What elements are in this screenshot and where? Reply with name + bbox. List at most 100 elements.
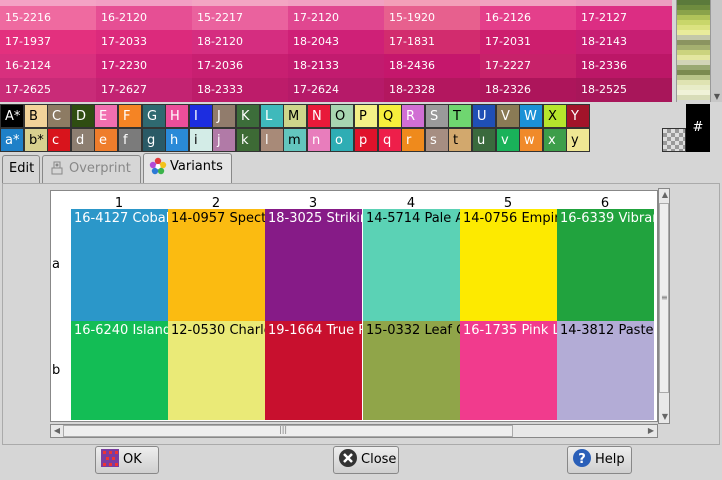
palette-color-cell[interactable]: 15-2217: [192, 6, 288, 30]
scroll-right-icon[interactable]: ▶: [645, 425, 657, 437]
key-lower-4[interactable]: e: [94, 128, 118, 152]
key-upper-10[interactable]: K: [236, 104, 260, 128]
horizontal-scrollbar[interactable]: ◀ ||| ▶: [50, 424, 658, 438]
key-upper-3[interactable]: D: [71, 104, 95, 128]
tab-variants[interactable]: Variants: [143, 153, 232, 183]
color-palette-grid[interactable]: 15-2216 16-2120 15-2217 17-2120 15-1920 16-21…: [0, 0, 672, 102]
key-upper-1[interactable]: B: [24, 104, 48, 128]
scroll-down-icon[interactable]: ▼: [712, 92, 722, 102]
palette-color-cell[interactable]: 18-2336: [576, 54, 672, 78]
key-lower-14[interactable]: o: [330, 128, 354, 152]
palette-color-cell[interactable]: 17-2625: [0, 78, 96, 102]
palette-color-cell[interactable]: 16-2126: [480, 6, 576, 30]
key-upper-9[interactable]: J: [212, 104, 236, 128]
key-lower-8[interactable]: i: [189, 128, 213, 152]
key-upper-4[interactable]: E: [94, 104, 118, 128]
palette-color-cell[interactable]: 18-2120: [192, 30, 288, 54]
key-upper-11[interactable]: L: [260, 104, 284, 128]
ok-button[interactable]: OK: [95, 446, 159, 474]
palette-color-cell[interactable]: 17-2127: [576, 6, 672, 30]
key-lower-1[interactable]: b*: [24, 128, 48, 152]
key-lower-7[interactable]: h: [165, 128, 189, 152]
key-upper-22[interactable]: W: [519, 104, 543, 128]
key-upper-23[interactable]: X: [543, 104, 567, 128]
tab-edit[interactable]: Edit: [2, 155, 40, 183]
palette-color-cell[interactable]: 17-2230: [96, 54, 192, 78]
hash-key[interactable]: #: [686, 104, 710, 152]
tab-overprint[interactable]: Overprint: [42, 155, 141, 183]
key-lower-18[interactable]: s: [425, 128, 449, 152]
horizontal-scroll-thumb[interactable]: [63, 425, 513, 437]
key-lower-22[interactable]: w: [519, 128, 543, 152]
palette-color-cell[interactable]: 17-2033: [96, 30, 192, 54]
key-upper-19[interactable]: T: [448, 104, 472, 128]
variant-swatch[interactable]: 12-0530 Charlock: [168, 321, 265, 420]
variant-swatch[interactable]: 16-6339 Vibrant: [557, 209, 654, 321]
variant-swatch[interactable]: 14-0756 Empire: [460, 209, 557, 321]
color-preview-strip[interactable]: [676, 0, 710, 102]
palette-color-cell[interactable]: 18-2043: [288, 30, 384, 54]
palette-color-cell[interactable]: 17-2120: [288, 6, 384, 30]
key-lower-12[interactable]: m: [283, 128, 307, 152]
variant-swatch[interactable]: 16-4127 Cobalt: [71, 209, 168, 321]
key-lower-9[interactable]: j: [212, 128, 236, 152]
vertical-scrollbar[interactable]: ▲ ≡ ▼: [658, 188, 670, 424]
variant-swatch[interactable]: 15-0332 Leaf Green: [363, 321, 460, 420]
palette-color-cell[interactable]: 16-2124: [0, 54, 96, 78]
palette-color-cell[interactable]: 15-2216: [0, 6, 96, 30]
palette-color-cell[interactable]: 17-1937: [0, 30, 96, 54]
key-lower-5[interactable]: f: [118, 128, 142, 152]
palette-color-cell[interactable]: 18-2333: [192, 78, 288, 102]
close-button[interactable]: Close: [333, 446, 399, 474]
palette-color-cell[interactable]: 18-2326: [480, 78, 576, 102]
key-upper-14[interactable]: O: [330, 104, 354, 128]
key-upper-21[interactable]: V: [496, 104, 520, 128]
key-lower-15[interactable]: p: [354, 128, 378, 152]
key-upper-5[interactable]: F: [118, 104, 142, 128]
key-upper-13[interactable]: N: [307, 104, 331, 128]
key-upper-16[interactable]: Q: [378, 104, 402, 128]
help-button[interactable]: ? Help: [567, 446, 632, 474]
palette-color-cell[interactable]: 18-2143: [576, 30, 672, 54]
key-lower-24[interactable]: y: [566, 128, 590, 152]
variant-swatch[interactable]: 14-0957 Spectra: [168, 209, 265, 321]
palette-color-cell[interactable]: 18-2328: [384, 78, 480, 102]
scroll-down-icon[interactable]: ▼: [659, 411, 671, 423]
key-lower-0[interactable]: a*: [0, 128, 24, 152]
key-upper-24[interactable]: Y: [566, 104, 590, 128]
variant-swatch[interactable]: 19-1664 True Red: [265, 321, 362, 420]
key-upper-12[interactable]: M: [283, 104, 307, 128]
key-upper-8[interactable]: I: [189, 104, 213, 128]
key-lower-20[interactable]: u: [472, 128, 496, 152]
variant-swatch[interactable]: 18-3025 Striking: [265, 209, 362, 321]
palette-color-cell[interactable]: 17-2036: [192, 54, 288, 78]
variant-swatch[interactable]: 14-3812 Pastel Lilac: [557, 321, 654, 420]
key-lower-6[interactable]: g: [142, 128, 166, 152]
palette-color-cell[interactable]: 17-2627: [96, 78, 192, 102]
key-upper-2[interactable]: C: [47, 104, 71, 128]
key-upper-20[interactable]: U: [472, 104, 496, 128]
key-lower-3[interactable]: d: [71, 128, 95, 152]
key-lower-16[interactable]: q: [378, 128, 402, 152]
palette-color-cell[interactable]: 18-2436: [384, 54, 480, 78]
key-upper-7[interactable]: H: [165, 104, 189, 128]
palette-color-cell[interactable]: 17-1831: [384, 30, 480, 54]
variant-swatch[interactable]: 16-1735 Pink Lemonade: [460, 321, 557, 420]
key-lower-23[interactable]: x: [543, 128, 567, 152]
scroll-left-icon[interactable]: ◀: [51, 425, 63, 437]
key-lower-11[interactable]: l: [260, 128, 284, 152]
palette-color-cell[interactable]: 17-2227: [480, 54, 576, 78]
palette-color-cell[interactable]: 15-1920: [384, 6, 480, 30]
key-lower-2[interactable]: c: [47, 128, 71, 152]
key-upper-0[interactable]: A*: [0, 104, 24, 128]
key-upper-6[interactable]: G: [142, 104, 166, 128]
key-lower-21[interactable]: v: [496, 128, 520, 152]
variant-swatch[interactable]: 14-5714 Pale Aqua: [363, 209, 460, 321]
preview-swatch[interactable]: [677, 95, 710, 100]
key-lower-13[interactable]: n: [307, 128, 331, 152]
scroll-up-icon[interactable]: ▲: [659, 189, 671, 201]
key-upper-18[interactable]: S: [425, 104, 449, 128]
transparency-swatch[interactable]: [662, 128, 686, 152]
variant-swatch[interactable]: 16-6240 Island: [71, 321, 168, 420]
key-upper-15[interactable]: P: [354, 104, 378, 128]
